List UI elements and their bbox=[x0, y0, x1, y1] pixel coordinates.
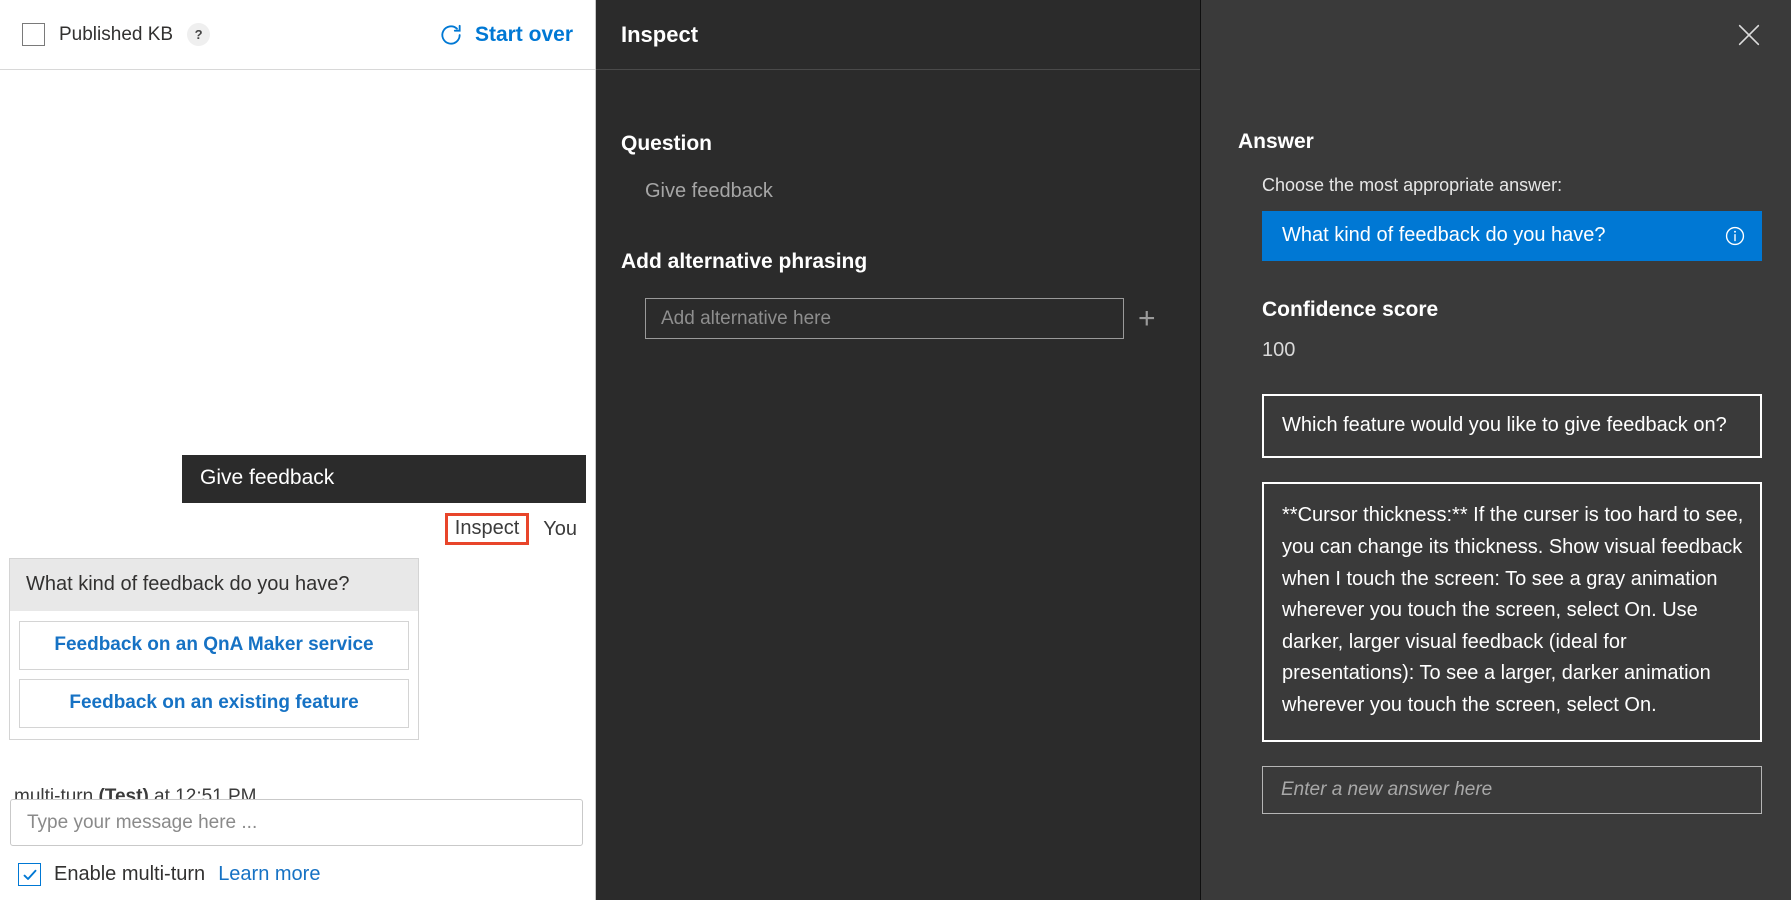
chat-footer: Enable multi-turn Learn more bbox=[0, 799, 595, 900]
answer-header bbox=[1201, 0, 1791, 70]
question-section-heading: Question bbox=[621, 132, 1200, 156]
answer-subheading: Choose the most appropriate answer: bbox=[1238, 175, 1791, 196]
message-input[interactable] bbox=[10, 799, 583, 846]
new-answer-input[interactable] bbox=[1262, 766, 1762, 814]
qna-test-console: Published KB ? Start over Give feedback … bbox=[0, 0, 1791, 900]
answer-body: Answer Choose the most appropriate answe… bbox=[1201, 70, 1791, 900]
inspect-link[interactable]: Inspect bbox=[445, 513, 529, 545]
bot-message-card: What kind of feedback do you have? Feedb… bbox=[9, 558, 419, 740]
enable-multiturn-label: Enable multi-turn bbox=[54, 863, 205, 886]
question-mark-icon[interactable]: ? bbox=[187, 23, 210, 46]
start-over-label: Start over bbox=[475, 23, 573, 47]
start-over-button[interactable]: Start over bbox=[438, 22, 573, 48]
alt-phrasing-heading: Add alternative phrasing bbox=[621, 250, 1200, 274]
sender-label: You bbox=[543, 518, 577, 541]
enable-multiturn-checkbox[interactable] bbox=[18, 863, 41, 886]
bot-choice-button[interactable]: Feedback on an existing feature bbox=[19, 679, 409, 728]
published-kb-group: Published KB ? bbox=[22, 23, 210, 46]
answer-section-heading: Answer bbox=[1238, 130, 1791, 154]
confidence-score-value: 100 bbox=[1238, 339, 1791, 362]
refresh-icon bbox=[438, 22, 464, 48]
answer-option[interactable]: **Cursor thickness:** If the curser is t… bbox=[1262, 482, 1762, 741]
checkmark-icon bbox=[22, 867, 38, 883]
user-message-meta: Inspect You bbox=[445, 513, 586, 545]
answer-pane: Answer Choose the most appropriate answe… bbox=[1201, 0, 1791, 900]
confidence-score-heading: Confidence score bbox=[1238, 298, 1791, 322]
selected-answer-text: What kind of feedback do you have? bbox=[1282, 224, 1606, 247]
close-icon[interactable] bbox=[1735, 21, 1763, 49]
alt-phrasing-input[interactable] bbox=[645, 298, 1124, 339]
selected-answer-option[interactable]: What kind of feedback do you have? bbox=[1262, 211, 1762, 261]
enable-multiturn-row: Enable multi-turn Learn more bbox=[10, 863, 585, 900]
bot-choice-button[interactable]: Feedback on an QnA Maker service bbox=[19, 621, 409, 670]
info-icon[interactable] bbox=[1724, 225, 1746, 247]
published-kb-checkbox[interactable] bbox=[22, 23, 45, 46]
alt-phrasing-row: + bbox=[621, 298, 1200, 339]
inspect-body: Question Give feedback Add alternative p… bbox=[596, 70, 1200, 900]
user-message-bubble: Give feedback bbox=[182, 455, 586, 503]
inspect-pane: Inspect Question Give feedback Add alter… bbox=[596, 0, 1201, 900]
plus-icon[interactable]: + bbox=[1138, 304, 1156, 334]
question-value: Give feedback bbox=[621, 180, 1200, 203]
user-message-block: Give feedback Inspect You bbox=[0, 455, 595, 545]
chat-transcript: Give feedback Inspect You What kind of f… bbox=[0, 70, 595, 900]
inspect-panel-title: Inspect bbox=[621, 22, 698, 48]
learn-more-link[interactable]: Learn more bbox=[218, 863, 320, 886]
chat-pane: Published KB ? Start over Give feedback … bbox=[0, 0, 596, 900]
published-kb-label: Published KB bbox=[59, 24, 173, 46]
answer-option[interactable]: Which feature would you like to give fee… bbox=[1262, 394, 1762, 458]
bot-prompt-text: What kind of feedback do you have? bbox=[10, 559, 418, 611]
bot-choice-list: Feedback on an QnA Maker service Feedbac… bbox=[10, 611, 418, 739]
chat-header: Published KB ? Start over bbox=[0, 0, 595, 70]
inspect-header: Inspect bbox=[596, 0, 1200, 70]
